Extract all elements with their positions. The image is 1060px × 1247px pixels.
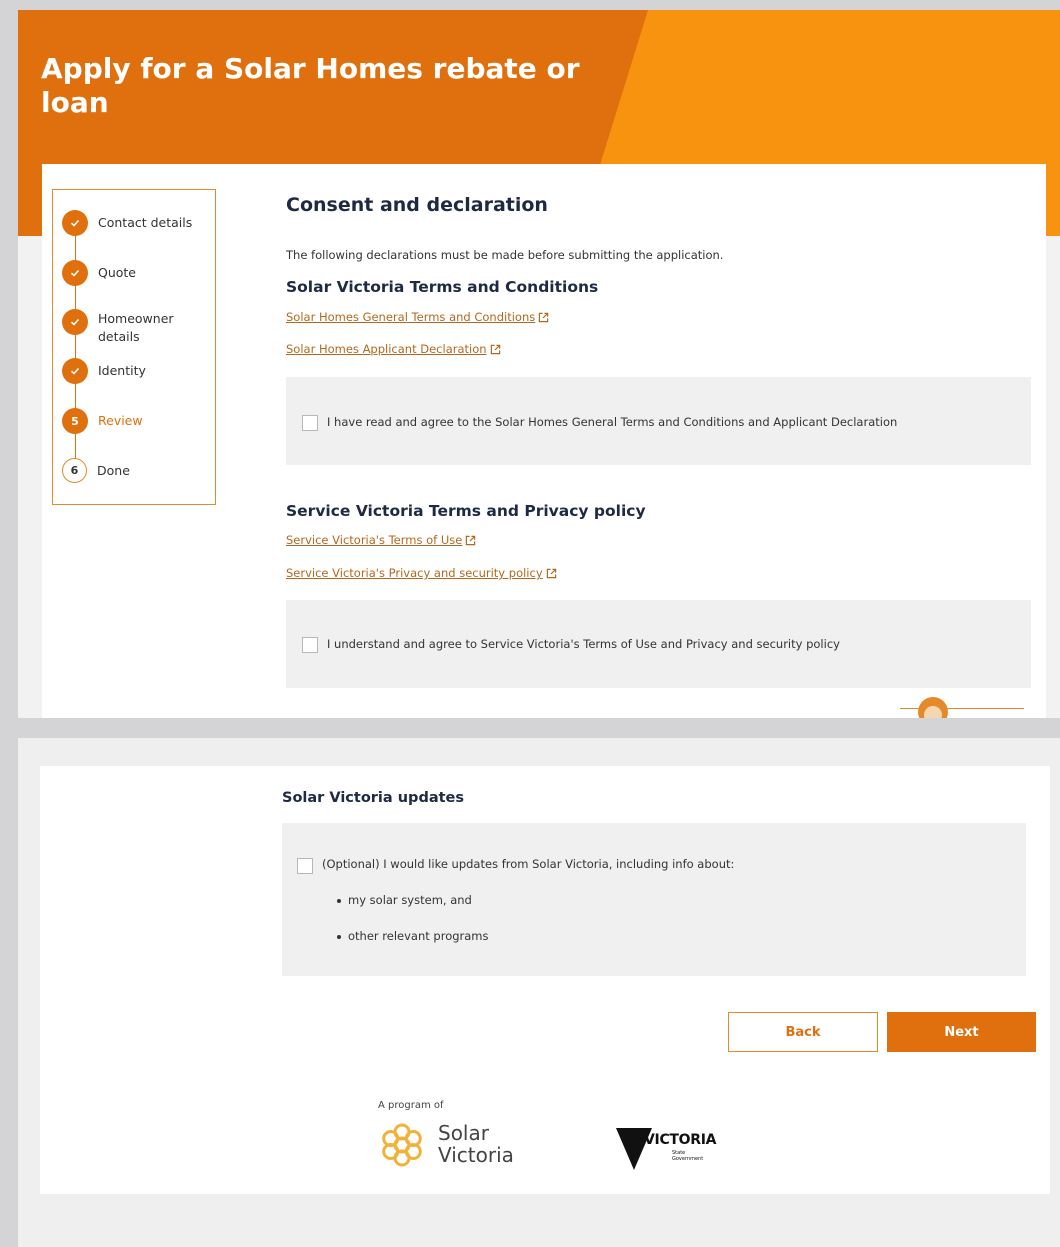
updates-heading: Solar Victoria updates (282, 790, 465, 806)
intro-text: The following declarations must be made … (286, 248, 724, 262)
step-contact-details[interactable]: Contact details (62, 210, 208, 236)
victoria-government-logo: VICTORIA State Government (614, 1126, 724, 1176)
application-page-bottom: Solar Victoria updates (Optional) I woul… (18, 738, 1060, 1247)
victoria-subtitle: State Government (672, 1150, 712, 1162)
external-link-icon (490, 344, 500, 354)
solar-terms-heading-wrap: Solar Victoria Terms and Conditions (286, 278, 598, 296)
chat-widget[interactable] (900, 697, 1024, 718)
link-privacy-policy[interactable]: Service Victoria's Privacy and security … (286, 566, 557, 580)
check-icon (62, 210, 88, 236)
solar-terms-checkbox-label[interactable]: I have read and agree to the Solar Homes… (327, 415, 897, 429)
service-terms-heading: Service Victoria Terms and Privacy polic… (286, 502, 646, 520)
check-icon (62, 260, 88, 286)
service-terms-heading-wrap: Service Victoria Terms and Privacy polic… (286, 502, 646, 520)
step-done: 6 Done (62, 458, 207, 483)
link-terms-of-use[interactable]: Service Victoria's Terms of Use (286, 533, 476, 547)
check-icon (62, 358, 88, 384)
step-number: 5 (62, 408, 88, 434)
solar-terms-checkbox[interactable] (302, 415, 318, 431)
external-link-icon (546, 568, 556, 578)
step-review[interactable]: 5 Review (62, 408, 208, 434)
step-label: Review (98, 413, 143, 428)
step-label: Quote (98, 265, 137, 280)
step-label: Done (97, 463, 130, 478)
link-text[interactable]: Service Victoria's Privacy and security … (286, 566, 543, 580)
application-page-top: Apply for a Solar Homes rebate or loan C… (18, 10, 1060, 718)
service-terms-checkbox-label[interactable]: I understand and agree to Service Victor… (327, 637, 840, 651)
service-terms-consent-panel: I understand and agree to Service Victor… (286, 600, 1031, 688)
solar-victoria-logo: Solar Victoria (376, 1120, 526, 1170)
next-button[interactable]: Next (887, 1012, 1036, 1052)
solar-logo-line2: Victoria (438, 1143, 514, 1167)
consent-section: Consent and declaration (286, 194, 548, 216)
list-item: other relevant programs (337, 929, 489, 943)
step-homeowner-details[interactable]: Homeowner details (62, 306, 188, 346)
step-label: Contact details (98, 215, 193, 230)
link-general-terms[interactable]: Solar Homes General Terms and Conditions (286, 310, 549, 324)
service-terms-checkbox[interactable] (302, 637, 318, 653)
victoria-wordmark: VICTORIA (644, 1132, 717, 1148)
link-applicant-declaration[interactable]: Solar Homes Applicant Declaration (286, 342, 501, 356)
step-label: Homeowner details (98, 311, 174, 344)
updates-consent-panel: (Optional) I would like updates from Sol… (282, 823, 1026, 976)
check-icon (62, 309, 88, 335)
link-text[interactable]: Solar Homes Applicant Declaration (286, 342, 487, 356)
external-link-icon (539, 312, 549, 322)
progress-stepper: Contact details Quote Homeowner details … (52, 189, 216, 505)
step-identity[interactable]: Identity (62, 358, 208, 384)
list-item: my solar system, and (337, 893, 472, 907)
solar-terms-heading: Solar Victoria Terms and Conditions (286, 278, 599, 296)
updates-heading-wrap: Solar Victoria updates (282, 790, 464, 806)
page-title: Apply for a Solar Homes rebate or loan (41, 52, 580, 119)
updates-checkbox-label[interactable]: (Optional) I would like updates from Sol… (322, 857, 734, 871)
back-button[interactable]: Back (728, 1012, 878, 1052)
updates-checkbox[interactable] (297, 858, 313, 874)
solar-victoria-emblem-icon (382, 1123, 422, 1167)
link-text[interactable]: Solar Homes General Terms and Conditions (286, 310, 535, 324)
solar-terms-consent-panel: I have read and agree to the Solar Homes… (286, 377, 1031, 465)
external-link-icon (466, 535, 476, 545)
step-label: Identity (98, 363, 146, 378)
step-number: 6 (62, 458, 87, 483)
solar-logo-line1: Solar (438, 1121, 489, 1145)
section-heading: Consent and declaration (286, 194, 548, 216)
victoria-subtitle-line2: Government (672, 1156, 704, 1162)
program-label: A program of (378, 1100, 444, 1111)
step-quote[interactable]: Quote (62, 260, 208, 286)
link-text[interactable]: Service Victoria's Terms of Use (286, 533, 462, 547)
